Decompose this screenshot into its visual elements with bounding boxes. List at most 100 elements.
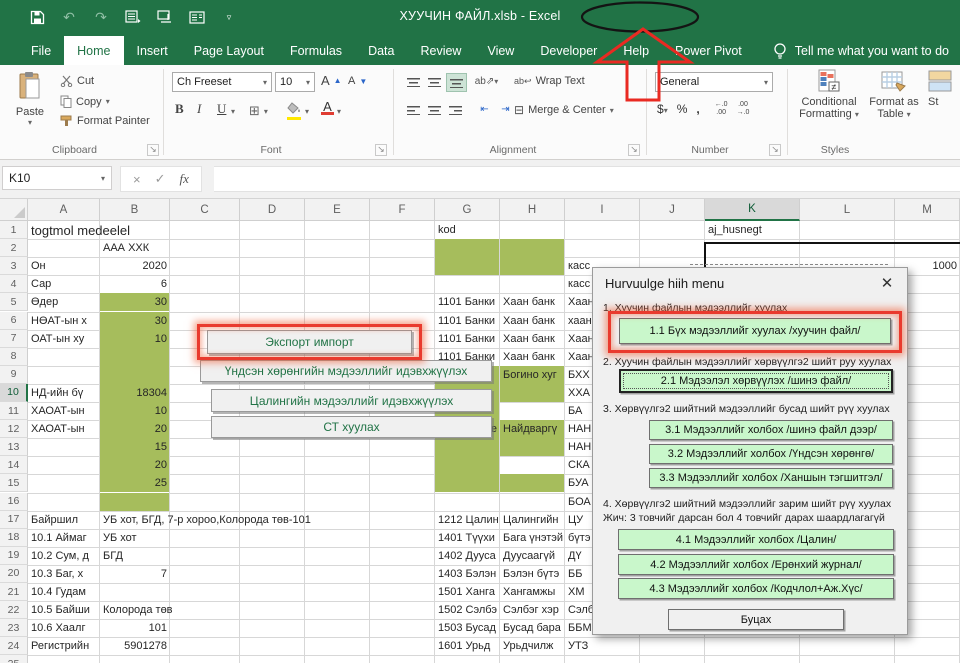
borders-button[interactable]: ⊞▾ bbox=[249, 103, 268, 119]
row-header-4[interactable]: 4 bbox=[0, 275, 28, 293]
cell-B23[interactable]: 101 bbox=[100, 619, 170, 637]
tab-view[interactable]: View bbox=[474, 36, 527, 65]
row-header-20[interactable]: 20 bbox=[0, 565, 28, 583]
tab-file[interactable]: File bbox=[18, 36, 64, 65]
number-format-combo[interactable]: General▾ bbox=[655, 72, 773, 92]
row-header-10[interactable]: 10 bbox=[0, 384, 28, 402]
row-header-22[interactable]: 22 bbox=[0, 601, 28, 619]
cell-B10[interactable]: 18304 bbox=[100, 384, 170, 402]
tab-help[interactable]: Help bbox=[610, 36, 662, 65]
cell-B6[interactable]: 30 bbox=[100, 312, 170, 330]
cell-B17[interactable]: УБ хот, БГД, 7-р хороо,Колорода төв-101 bbox=[100, 511, 314, 529]
dialog-button-4[interactable]: 2.1 Мэдээлэл хөрвүүлэх /шинэ файл/ bbox=[619, 369, 893, 393]
dialog-button-13[interactable]: 4.3 Мэдээллийг холбох /Кодчлол+Аж.Хүс/ bbox=[618, 578, 894, 599]
cell-A4[interactable]: Сар bbox=[28, 275, 100, 293]
sheet-button-1[interactable]: Экспорт импорт bbox=[207, 330, 412, 354]
tellme-box[interactable]: Tell me what you want to do bbox=[773, 36, 949, 65]
cell-A12[interactable]: ХАОАТ-ын bbox=[28, 420, 100, 438]
cell-H9[interactable]: Богино хуг bbox=[500, 366, 565, 384]
row-header-19[interactable]: 19 bbox=[0, 547, 28, 565]
row-header-14[interactable]: 14 bbox=[0, 456, 28, 474]
row-header-6[interactable]: 6 bbox=[0, 312, 28, 330]
cell-B11[interactable]: 10 bbox=[100, 402, 170, 420]
cell-B7[interactable]: 10 bbox=[100, 330, 170, 348]
cell-H5[interactable]: Хаан банк bbox=[500, 293, 565, 311]
cancel-icon[interactable]: × bbox=[133, 172, 141, 187]
select-all-corner[interactable] bbox=[0, 199, 28, 221]
cell-G19[interactable]: 1402 Дууса bbox=[435, 547, 500, 565]
dialog-close-button[interactable]: ✕ bbox=[877, 274, 897, 292]
cell-H6[interactable]: Хаан банк bbox=[500, 312, 565, 330]
paste-button[interactable]: Paste ▾ bbox=[10, 71, 50, 127]
cell-A20[interactable]: 10.3 Баг, х bbox=[28, 565, 100, 583]
cell-G23[interactable]: 1503 Бусад bbox=[435, 619, 500, 637]
cell-A11[interactable]: ХАОАТ-ын bbox=[28, 402, 100, 420]
cell-A6[interactable]: НӨАТ-ын х bbox=[28, 312, 100, 330]
cell-H23[interactable]: Бусад бара bbox=[500, 619, 565, 637]
font-dialog-launcher[interactable]: ↘ bbox=[375, 144, 387, 156]
cell-A17[interactable]: Байршил bbox=[28, 511, 100, 529]
orientation-button[interactable]: ab⇗▾ bbox=[477, 73, 496, 90]
format-as-table-button[interactable]: Format asTable ▾ bbox=[866, 69, 922, 120]
decrease-indent-button[interactable]: ⇤ bbox=[475, 101, 494, 118]
cell-G1[interactable]: kod bbox=[435, 221, 500, 239]
cell-A21[interactable]: 10.4 Гудам bbox=[28, 583, 100, 601]
align-middle-button[interactable] bbox=[425, 73, 444, 90]
row-header-21[interactable]: 21 bbox=[0, 583, 28, 601]
row-header-7[interactable]: 7 bbox=[0, 330, 28, 348]
cell-H12[interactable]: Найдваргү bbox=[500, 420, 565, 438]
cell-G21[interactable]: 1501 Ханга bbox=[435, 583, 500, 601]
cell-B18[interactable]: УБ хот bbox=[100, 529, 170, 547]
insert-function-icon[interactable]: fx bbox=[180, 171, 189, 187]
dialog-button-11[interactable]: 4.1 Мэдээллийг холбох /Цалин/ bbox=[618, 529, 894, 550]
dialog-button-2[interactable]: 1.1 Бүх мэдээллийг хуулах /хуучин файл/ bbox=[619, 318, 891, 344]
shrink-font-button[interactable]: A▼ bbox=[348, 75, 367, 87]
row-header-16[interactable]: 16 bbox=[0, 493, 28, 511]
alignment-dialog-launcher[interactable]: ↘ bbox=[628, 144, 640, 156]
row-header-12[interactable]: 12 bbox=[0, 420, 28, 438]
cell-A7[interactable]: ОАТ-ын ху bbox=[28, 330, 100, 348]
align-bottom-button[interactable] bbox=[446, 73, 467, 92]
cell-H17[interactable]: Цалингийн bbox=[500, 511, 565, 529]
underline-dropdown[interactable]: ▾ bbox=[231, 107, 235, 116]
cell-B13[interactable]: 15 bbox=[100, 438, 170, 456]
copy-button[interactable]: Copy▾ bbox=[60, 95, 110, 108]
cell-B4[interactable]: 6 bbox=[100, 275, 170, 293]
cell-B19[interactable]: БГД bbox=[100, 547, 170, 565]
column-header-B[interactable]: B bbox=[100, 199, 170, 221]
row-header-3[interactable]: 3 bbox=[0, 257, 28, 275]
cell-K1[interactable]: aj_husnegt bbox=[705, 221, 800, 239]
tab-page-layout[interactable]: Page Layout bbox=[181, 36, 277, 65]
cell-B14[interactable]: 20 bbox=[100, 456, 170, 474]
column-header-I[interactable]: I bbox=[565, 199, 640, 221]
row-header-11[interactable]: 11 bbox=[0, 402, 28, 420]
cell-G6[interactable]: 1101 Банки bbox=[435, 312, 500, 330]
tab-formulas[interactable]: Formulas bbox=[277, 36, 355, 65]
column-header-H[interactable]: H bbox=[500, 199, 565, 221]
row-header-15[interactable]: 15 bbox=[0, 474, 28, 492]
cell-B5[interactable]: 30 bbox=[100, 293, 170, 311]
dialog-button-7[interactable]: 3.2 Мэдээллийг холбох /Үндсэн хөрөнгө/ bbox=[649, 444, 893, 464]
cell-H21[interactable]: Хангамжы bbox=[500, 583, 565, 601]
dialog-button-8[interactable]: 3.3 Мэдээллийг холбох /Ханшын тэгшитгэл/ bbox=[649, 468, 893, 488]
italic-button[interactable]: I bbox=[197, 101, 201, 117]
column-header-J[interactable]: J bbox=[640, 199, 705, 221]
column-header-K[interactable]: K bbox=[705, 199, 800, 221]
column-header-A[interactable]: A bbox=[28, 199, 100, 221]
column-header-G[interactable]: G bbox=[435, 199, 500, 221]
increase-indent-button[interactable]: ⇥ bbox=[496, 101, 515, 118]
align-top-button[interactable] bbox=[404, 73, 423, 90]
column-header-E[interactable]: E bbox=[305, 199, 370, 221]
column-header-F[interactable]: F bbox=[370, 199, 435, 221]
row-header-2[interactable]: 2 bbox=[0, 239, 28, 257]
accounting-format-button[interactable]: $▾ bbox=[657, 102, 668, 116]
cell-B20[interactable]: 7 bbox=[100, 565, 170, 583]
tab-developer[interactable]: Developer bbox=[527, 36, 610, 65]
grow-font-button[interactable]: A▲ bbox=[321, 73, 342, 88]
cell-H22[interactable]: Сэлбэг хэр bbox=[500, 601, 565, 619]
cell-B15[interactable]: 25 bbox=[100, 474, 170, 492]
font-color-button[interactable]: A bbox=[321, 99, 334, 115]
cell-B3[interactable]: 2020 bbox=[100, 257, 170, 275]
increase-decimal-button[interactable]: ←.0.00 bbox=[715, 101, 728, 118]
tab-insert[interactable]: Insert bbox=[124, 36, 181, 65]
